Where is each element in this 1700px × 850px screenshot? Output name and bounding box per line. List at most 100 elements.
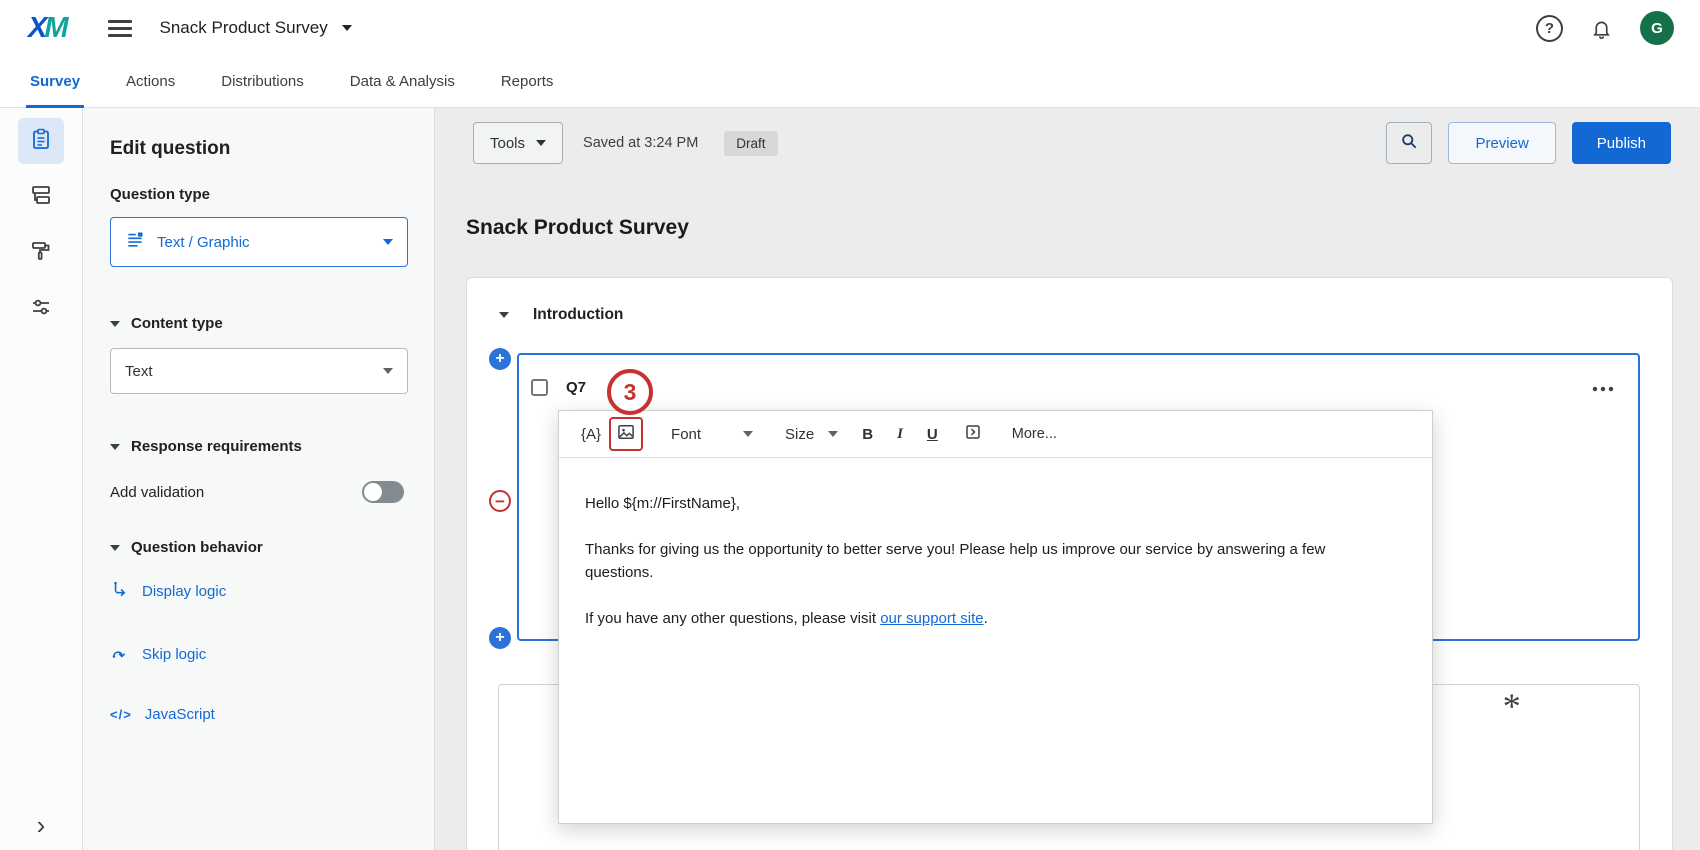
font-label: Font <box>671 426 701 443</box>
chevron-down-icon <box>383 368 393 374</box>
insert-image-button[interactable] <box>616 422 636 446</box>
chevron-down-icon <box>110 545 120 551</box>
response-requirements-section-header[interactable]: Response requirements <box>110 438 408 455</box>
expand-rail-chevron-icon[interactable]: › <box>0 812 82 838</box>
code-icon: </> <box>110 707 132 722</box>
page-title: Snack Product Survey <box>466 216 689 240</box>
question-type-label: Question type <box>110 186 408 203</box>
paint-roller-icon <box>29 239 53 268</box>
add-question-above-button[interactable]: + <box>489 348 511 370</box>
text-graphic-icon <box>125 230 145 254</box>
content-type-dropdown[interactable]: Text <box>110 348 408 394</box>
chevron-down-icon <box>110 321 120 327</box>
hamburger-menu-icon[interactable] <box>108 16 132 41</box>
underline-button[interactable]: U <box>927 426 938 443</box>
tab-actions[interactable]: Actions <box>126 56 175 107</box>
draft-badge: Draft <box>724 131 777 156</box>
xm-logo[interactable]: X M <box>28 12 68 45</box>
question-type-value: Text / Graphic <box>157 234 250 251</box>
sliders-icon <box>29 295 53 324</box>
primary-nav: Survey Actions Distributions Data & Anal… <box>0 56 1700 108</box>
left-icon-rail: › <box>0 108 83 850</box>
editor-toolbar: {A} Font Size B I <box>559 411 1432 458</box>
display-logic-label: Display logic <box>142 583 226 600</box>
publish-button[interactable]: Publish <box>1572 122 1671 164</box>
rail-item-survey-flow[interactable] <box>18 174 64 220</box>
javascript-link[interactable]: </> JavaScript <box>110 706 408 723</box>
preview-button[interactable]: Preview <box>1448 122 1555 164</box>
support-text-suffix: . <box>984 610 988 627</box>
bold-button[interactable]: B <box>862 426 873 443</box>
survey-title-menu[interactable]: Snack Product Survey <box>160 18 352 38</box>
tools-button[interactable]: Tools <box>473 122 563 164</box>
question-type-dropdown[interactable]: Text / Graphic <box>110 217 408 267</box>
survey-builder-icon <box>29 127 53 156</box>
add-validation-label: Add validation <box>110 484 204 501</box>
more-button[interactable]: More... <box>1012 426 1057 442</box>
rail-item-look-and-feel[interactable] <box>18 230 64 276</box>
question-more-options-icon[interactable] <box>1592 379 1614 397</box>
search-icon <box>1399 131 1419 155</box>
main-area: Tools Saved at 3:24 PM Draft Preview Pub… <box>435 108 1700 850</box>
rail-item-builder[interactable] <box>18 118 64 164</box>
edit-question-panel: Edit question Question type Text / Graph… <box>83 108 435 850</box>
chevron-down-icon <box>743 431 753 437</box>
skip-logic-icon <box>110 643 129 666</box>
editor-content[interactable]: Hello ${m://FirstName}, Thanks for givin… <box>559 458 1432 630</box>
image-icon <box>616 422 636 446</box>
italic-button[interactable]: I <box>897 426 903 443</box>
response-requirements-label: Response requirements <box>131 438 302 455</box>
question-behavior-label: Question behavior <box>131 539 263 556</box>
size-label: Size <box>785 426 814 443</box>
top-bar: X M Snack Product Survey ? G <box>0 0 1700 56</box>
size-dropdown[interactable]: Size <box>785 426 838 443</box>
tools-label: Tools <box>490 135 525 152</box>
chevron-down-icon <box>383 239 393 245</box>
piped-text-button[interactable]: {A} <box>581 426 601 443</box>
survey-toolbar: Tools Saved at 3:24 PM Draft Preview Pub… <box>473 122 1671 164</box>
content-type-value: Text <box>125 363 153 380</box>
add-question-below-button[interactable]: + <box>489 627 511 649</box>
help-icon[interactable]: ? <box>1536 15 1563 42</box>
notifications-bell-icon[interactable] <box>1591 18 1612 39</box>
user-avatar[interactable]: G <box>1640 11 1674 45</box>
source-code-icon <box>964 423 982 445</box>
tab-reports[interactable]: Reports <box>501 56 554 107</box>
insert-source-button[interactable] <box>964 423 982 445</box>
remove-question-button[interactable]: − <box>489 490 511 512</box>
add-validation-row: Add validation <box>110 481 404 503</box>
tab-survey[interactable]: Survey <box>30 56 80 107</box>
chevron-down-icon <box>110 444 120 450</box>
survey-title-text: Snack Product Survey <box>160 18 328 38</box>
tab-distributions[interactable]: Distributions <box>221 56 304 107</box>
display-logic-link[interactable]: Display logic <box>110 580 408 603</box>
font-dropdown[interactable]: Font <box>671 426 753 443</box>
app-screen: X M Snack Product Survey ? G Survey Acti… <box>0 0 1700 850</box>
question-select-checkbox[interactable] <box>531 379 548 396</box>
required-asterisk: * <box>1501 685 1519 727</box>
javascript-label: JavaScript <box>145 706 215 723</box>
editor-paragraph-greeting: Hello ${m://FirstName}, <box>585 492 1406 515</box>
annotation-step-badge: 3 <box>607 369 653 415</box>
support-site-link[interactable]: our support site <box>880 610 983 627</box>
support-text-prefix: If you have any other questions, please … <box>585 610 880 627</box>
block-header[interactable]: Introduction <box>499 306 623 324</box>
editor-paragraph-support: If you have any other questions, please … <box>585 607 1406 630</box>
panel-heading: Edit question <box>110 138 408 160</box>
content-type-section-header[interactable]: Content type <box>110 315 408 332</box>
xm-logo-m: M <box>44 12 67 45</box>
editor-paragraph-body: Thanks for giving us the opportunity to … <box>585 538 1385 584</box>
skip-logic-link[interactable]: Skip logic <box>110 643 408 666</box>
content-type-label: Content type <box>131 315 223 332</box>
collapse-block-chevron-icon <box>499 312 509 318</box>
add-validation-toggle[interactable] <box>362 481 404 503</box>
tab-data-analysis[interactable]: Data & Analysis <box>350 56 455 107</box>
topbar-actions: ? G <box>1536 11 1674 45</box>
rail-item-survey-options[interactable] <box>18 286 64 332</box>
insert-image-highlight-box <box>609 417 643 451</box>
skip-logic-label: Skip logic <box>142 646 206 663</box>
chevron-down-icon <box>828 431 838 437</box>
search-button[interactable] <box>1386 122 1432 164</box>
chevron-down-icon <box>342 25 352 31</box>
question-behavior-section-header[interactable]: Question behavior <box>110 539 408 556</box>
